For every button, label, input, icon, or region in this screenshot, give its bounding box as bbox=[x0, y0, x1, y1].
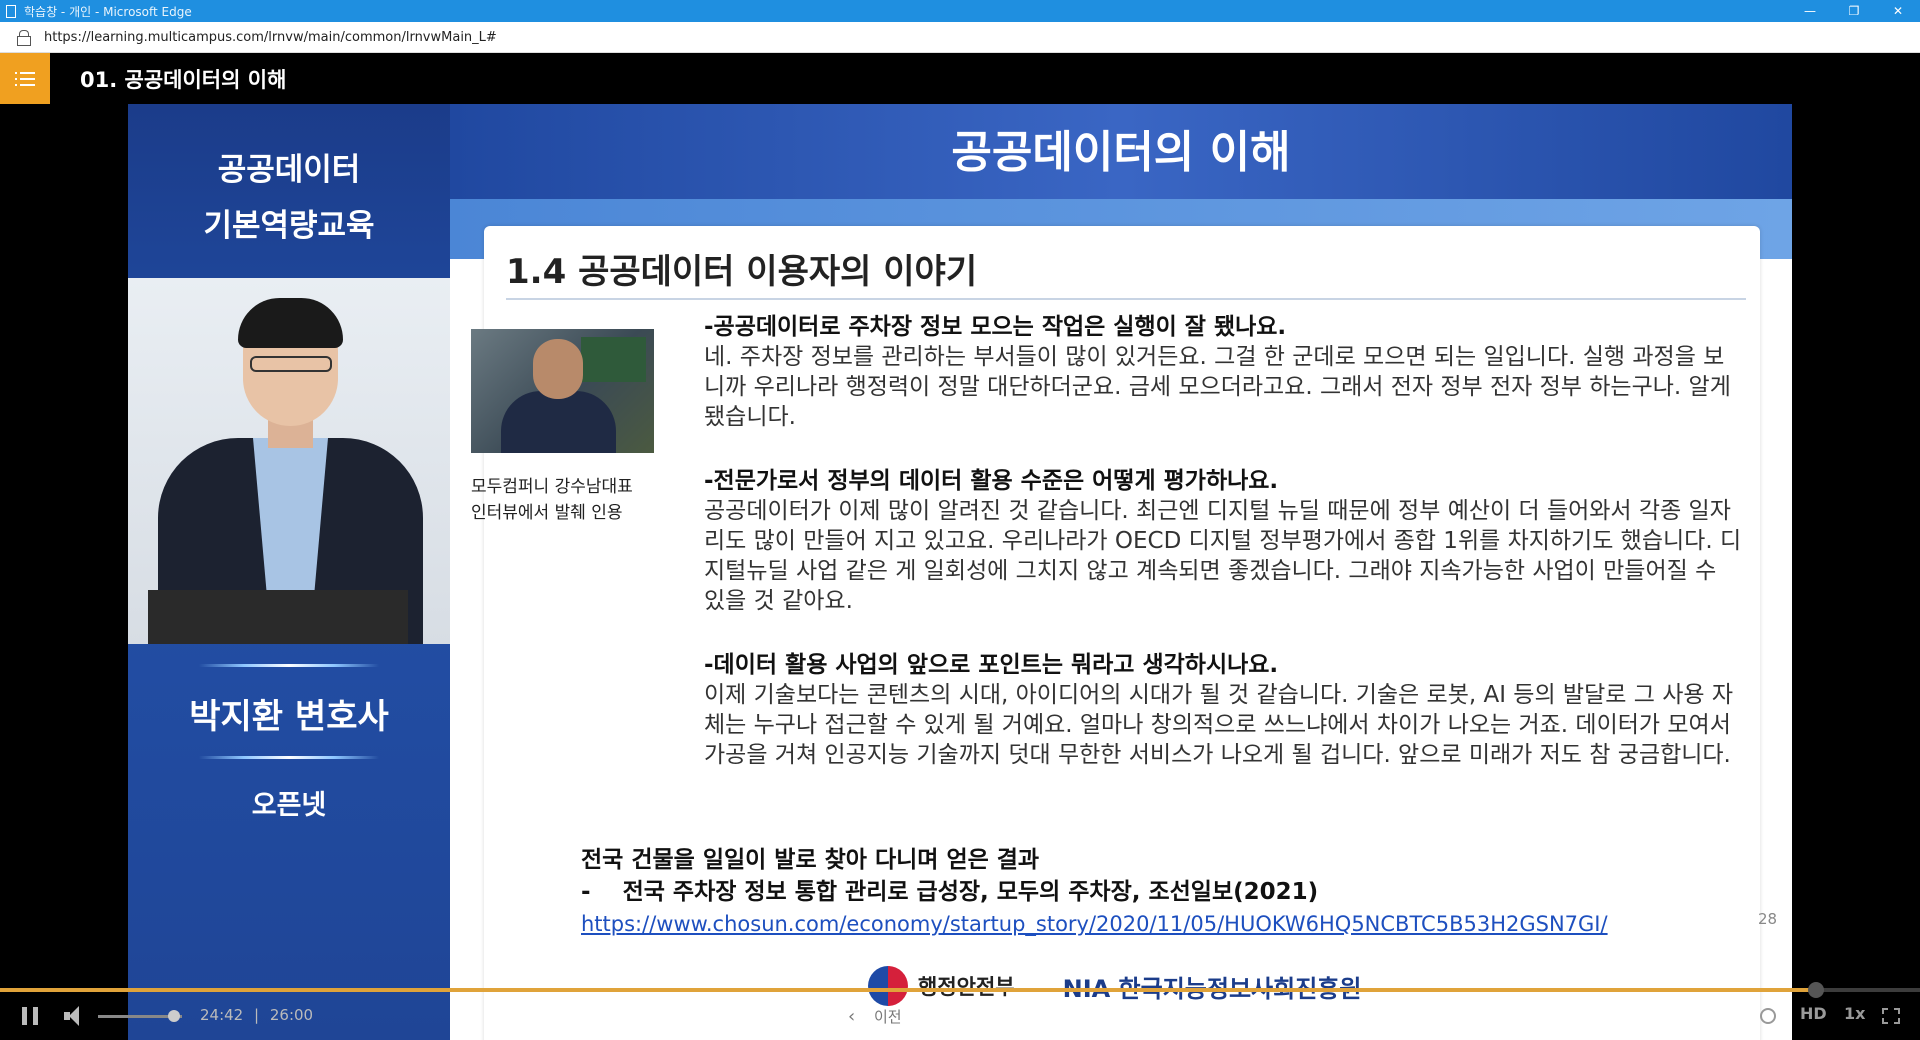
speed-button[interactable]: 1x bbox=[1844, 1004, 1865, 1023]
course-title: 01. 공공데이터의 이해 bbox=[80, 67, 287, 92]
slide-header-title: 공공데이터의 이해 bbox=[951, 127, 1291, 178]
video-frame[interactable]: 공공데이터 기본역량교육 박지환 변호사 오픈넷 공공데이터의 이해 1.4 공… bbox=[128, 104, 1792, 1040]
progress-handle[interactable] bbox=[1808, 982, 1825, 998]
interview-photo bbox=[471, 329, 654, 453]
answer: 네. 주차장 정보를 관리하는 부서들이 많이 있거든요. 그걸 한 군데로 모… bbox=[704, 344, 1731, 430]
chevron-right-icon: › bbox=[1064, 1006, 1072, 1027]
window-title: 학습창 - 개인 - Microsoft Edge bbox=[24, 4, 192, 19]
source-block: 전국 건물을 일일이 발로 찾아 다니며 얻은 결과 - 전국 주차장 정보 통… bbox=[581, 844, 1608, 940]
window-controls: — ❐ ✕ bbox=[1788, 0, 1920, 22]
fullscreen-icon[interactable] bbox=[1882, 1008, 1900, 1024]
photo-caption-line1: 모두컴퍼니 강수남대표 bbox=[471, 477, 633, 497]
question: -데이터 활용 사업의 앞으로 포인트는 뭐라고 생각하시나요. bbox=[704, 652, 1279, 678]
page-indicator: 1 / 2 bbox=[942, 1004, 984, 1024]
mois-logo-text: 행정안전부 bbox=[918, 975, 1015, 999]
speaker-organization: 오픈넷 bbox=[251, 790, 327, 821]
volume-icon[interactable] bbox=[64, 1006, 86, 1026]
address-bar[interactable]: https://learning.multicampus.com/lrnvw/m… bbox=[0, 22, 1920, 53]
close-button[interactable]: ✕ bbox=[1876, 0, 1920, 22]
lock-icon[interactable] bbox=[16, 30, 31, 46]
qa-item: -공공데이터로 주차장 정보 모으는 작업은 실행이 잘 됐나요. 네. 주차장… bbox=[704, 312, 1744, 432]
slide-header: 공공데이터의 이해 bbox=[450, 104, 1792, 199]
next-label: 다음 bbox=[1018, 1008, 1046, 1026]
current-time: 24:42 bbox=[200, 1006, 244, 1024]
restore-button[interactable]: ❐ bbox=[1832, 0, 1876, 22]
presenter-video bbox=[128, 278, 450, 644]
time-display: 24:42 | 26:00 bbox=[200, 1006, 313, 1024]
question: -전문가로서 정부의 데이터 활용 수준은 어떻게 평가하나요. bbox=[704, 468, 1279, 494]
photo-caption-line2: 인터뷰에서 발췌 인용 bbox=[471, 503, 623, 523]
prev-page-button[interactable]: ‹ 이전 bbox=[848, 1006, 902, 1027]
list-icon bbox=[15, 71, 35, 86]
speaker-name: 박지환 변호사 bbox=[189, 697, 389, 737]
mois-logo: 행정안전부 bbox=[868, 966, 1015, 1006]
source-link[interactable]: https://www.chosun.com/economy/startup_s… bbox=[581, 908, 1608, 940]
course-header: 01. 공공데이터의 이해 bbox=[0, 53, 1920, 104]
speaker-info: 박지환 변호사 오픈넷 bbox=[128, 664, 450, 822]
url-text[interactable]: https://learning.multicampus.com/lrnvw/m… bbox=[44, 30, 497, 45]
result-source: - 전국 주차장 정보 통합 관리로 급성장, 모두의 주차장, 조선일보(20… bbox=[581, 879, 1319, 905]
divider bbox=[199, 756, 379, 759]
minimize-button[interactable]: — bbox=[1788, 0, 1832, 22]
menu-button[interactable] bbox=[0, 53, 50, 104]
repeat-icon[interactable] bbox=[1760, 1008, 1776, 1024]
divider bbox=[199, 664, 379, 667]
taeguk-icon bbox=[868, 966, 908, 1006]
answer: 공공데이터가 이제 많이 알려진 것 같습니다. 최근엔 디지털 뉴딜 때문에 … bbox=[704, 498, 1742, 614]
question: -공공데이터로 주차장 정보 모으는 작업은 실행이 잘 됐나요. bbox=[704, 314, 1287, 340]
slide-page-number: 28 bbox=[1758, 910, 1778, 928]
volume-handle[interactable] bbox=[167, 1010, 180, 1022]
time-separator: | bbox=[254, 1006, 260, 1024]
duration: 26:00 bbox=[269, 1006, 314, 1024]
nia-logo: NIA 한국지능정보사회진흥원 bbox=[1062, 974, 1362, 1003]
answer: 이제 기술보다는 콘텐츠의 시대, 아이디어의 시대가 될 것 같습니다. 기술… bbox=[704, 682, 1733, 768]
interview-qa: -공공데이터로 주차장 정보 모으는 작업은 실행이 잘 됐나요. 네. 주차장… bbox=[704, 312, 1744, 804]
next-page-button[interactable]: 다음 › bbox=[1018, 1006, 1072, 1027]
footer-logos: 행정안전부 NIA 한국지능정보사회진흥원 bbox=[868, 966, 1361, 1006]
quality-button[interactable]: HD bbox=[1800, 1004, 1827, 1023]
section-title: 1.4 공공데이터 이용자의 이야기 bbox=[506, 252, 978, 292]
page-icon bbox=[6, 4, 16, 18]
photo-caption: 모두컴퍼니 강수남대표 인터뷰에서 발췌 인용 bbox=[471, 474, 633, 526]
pause-icon[interactable] bbox=[22, 1007, 38, 1025]
window-titlebar: 학습창 - 개인 - Microsoft Edge — ❐ ✕ bbox=[0, 0, 1920, 22]
qa-item: -전문가로서 정부의 데이터 활용 수준은 어떻게 평가하나요. 공공데이터가 … bbox=[704, 466, 1744, 616]
presenter-panel: 공공데이터 기본역량교육 박지환 변호사 오픈넷 bbox=[128, 104, 450, 1040]
prev-label: 이전 bbox=[873, 1008, 902, 1026]
chevron-left-icon: ‹ bbox=[848, 1006, 856, 1027]
program-title-line2: 기본역량교육 bbox=[203, 208, 375, 244]
program-title: 공공데이터 기본역량교육 bbox=[128, 142, 450, 254]
program-title-line1: 공공데이터 bbox=[217, 152, 361, 188]
result-summary: 전국 건물을 일일이 발로 찾아 다니며 얻은 결과 bbox=[581, 847, 1040, 873]
qa-item: -데이터 활용 사업의 앞으로 포인트는 뭐라고 생각하시나요. 이제 기술보다… bbox=[704, 650, 1744, 770]
divider bbox=[506, 298, 1746, 300]
progress-fill bbox=[0, 988, 1817, 992]
